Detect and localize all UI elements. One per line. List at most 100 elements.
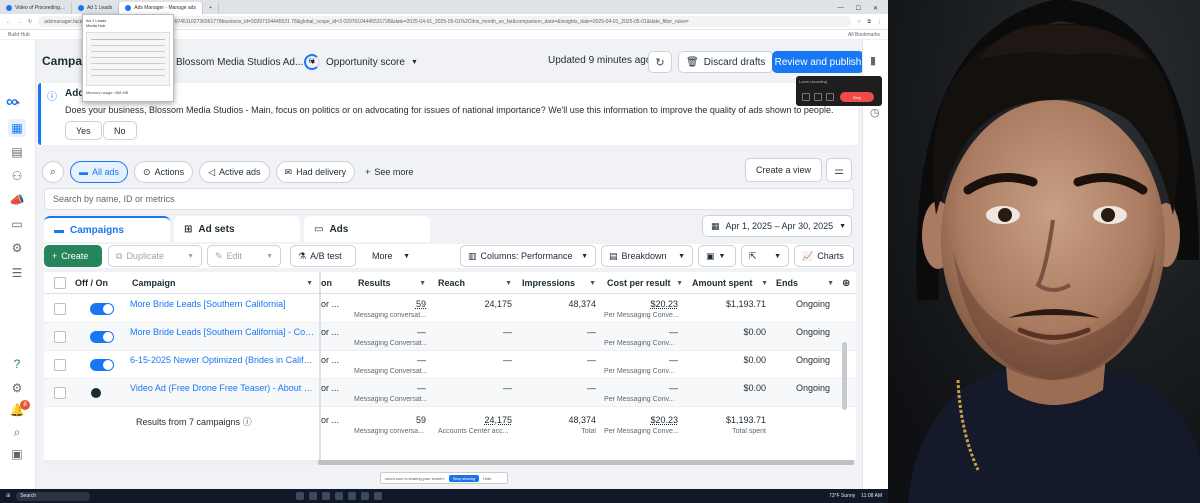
insights-chart-icon[interactable]: ▮ (870, 54, 876, 67)
campaign-name-link[interactable]: 6-15-2025 Newer Optimized (Brides in Cal… (130, 355, 316, 367)
browser-tab-active[interactable]: Ads Manager - Manage ads (119, 2, 203, 14)
campaign-name-link[interactable]: More Bride Leads [Southern California] (130, 299, 316, 311)
horizontal-scrollbar[interactable] (44, 460, 856, 465)
header-ends[interactable]: Ends ▼ (776, 272, 840, 294)
campaign-name-link[interactable]: Video Ad (Free Drone Free Teaser) - Abou… (130, 383, 316, 395)
browser-tab[interactable]: Video of Proceeding… (0, 2, 72, 14)
recorder-stop-button[interactable]: Stop (840, 92, 874, 102)
audience-icon[interactable]: ⚇ (8, 167, 26, 185)
taskbar-app-icon[interactable] (361, 492, 370, 500)
no-button[interactable]: No (103, 121, 137, 140)
reports-button[interactable]: ▣ ▼ (698, 245, 736, 267)
hide-button[interactable]: Hide (483, 476, 491, 481)
refresh-button[interactable]: ↻ (648, 51, 672, 73)
recorder-restart-icon[interactable] (814, 93, 822, 101)
table-row[interactable]: 6-15-2025 Newer Optimized (Brides in Cal… (44, 351, 856, 379)
dashboard-icon[interactable]: ◔ (8, 94, 26, 112)
extensions-icon[interactable]: ⧉ (867, 19, 871, 25)
help-icon[interactable]: ? (8, 355, 26, 373)
taskbar-search[interactable]: Search (16, 491, 91, 501)
see-more-button[interactable]: + See more (365, 167, 413, 177)
reload-icon[interactable]: ↻ (28, 19, 32, 25)
maximize-icon[interactable]: ☐ (856, 5, 861, 12)
header-impressions[interactable]: Impressions ▼ (522, 272, 602, 294)
all-bookmarks[interactable]: All Bookmarks (848, 32, 880, 38)
columns-button[interactable]: ▥ Columns: Performance ▼ (460, 245, 596, 267)
frozen-column-divider[interactable] (319, 272, 321, 462)
back-icon[interactable]: ← (6, 19, 11, 25)
forward-icon[interactable]: → (17, 19, 22, 25)
campaign-toggle[interactable] (90, 359, 114, 371)
header-results[interactable]: Results ▼ (358, 272, 432, 294)
row-checkbox[interactable] (54, 303, 66, 315)
header-reach[interactable]: Reach ▼ (438, 272, 518, 294)
taskbar-app-icon[interactable] (374, 492, 383, 500)
header-cost-per-result[interactable]: Cost per result ▼ (607, 272, 689, 294)
menu-icon[interactable]: ☰ (8, 264, 26, 282)
business-icon[interactable]: ⚙ (8, 239, 26, 257)
settings-gear-icon[interactable]: ⚙ (8, 379, 26, 397)
totals-reach[interactable]: 24,175 (438, 415, 512, 427)
header-campaign[interactable]: Campaign ▼ (132, 272, 319, 294)
search-button[interactable]: ⌕ (42, 161, 64, 183)
more-button[interactable]: More ▼ (364, 245, 418, 267)
create-view-button[interactable]: Create a view (745, 158, 823, 182)
search-icon[interactable]: ⌕ (8, 423, 26, 441)
row-checkbox[interactable] (54, 387, 66, 399)
bookmark-item[interactable]: Build Hub (8, 32, 30, 38)
search-input[interactable]: Search by name, ID or metrics (44, 188, 854, 210)
row-checkbox[interactable] (54, 331, 66, 343)
charts-button[interactable]: 📈 Charts (794, 245, 854, 267)
recorder-trash-icon[interactable] (802, 93, 810, 101)
taskbar-app-icon[interactable] (309, 492, 318, 500)
review-and-publish-button[interactable]: Review and publish (772, 51, 862, 73)
table-row[interactable]: More Bride Leads [Southern California] o… (44, 295, 856, 323)
clock[interactable]: 11:08 AM (861, 493, 882, 499)
edit-button[interactable]: ✎ Edit ▼ (207, 245, 281, 267)
taskbar-app-icon[interactable] (296, 492, 305, 500)
view-settings-button[interactable]: ⚌ (826, 158, 852, 182)
taskbar-app-icon[interactable] (335, 492, 344, 500)
pages-icon[interactable]: ▤ (8, 143, 26, 161)
tab-campaigns[interactable]: ▬ Campaigns (44, 216, 170, 242)
browser-tab[interactable]: Ad 1 Leads (72, 2, 120, 14)
campaign-name-link[interactable]: More Bride Leads [Southern California] -… (130, 327, 316, 339)
table-row[interactable]: More Bride Leads [Southern California] -… (44, 323, 856, 351)
discard-drafts-button[interactable]: 🗑 Discard drafts (678, 51, 774, 73)
vertical-scrollbar[interactable] (842, 342, 847, 410)
history-clock-icon[interactable]: ◷ (870, 106, 880, 119)
select-all-checkbox[interactable] (54, 272, 66, 294)
header-amount-spent[interactable]: Amount spent ▼ (692, 272, 774, 294)
tab-adsets[interactable]: ⊞ Ad sets (174, 216, 300, 242)
header-on[interactable]: on (321, 272, 347, 294)
filter-actions[interactable]: ⊙ Actions (134, 161, 194, 183)
create-button[interactable]: + Create (44, 245, 102, 267)
duplicate-button[interactable]: ⧉ Duplicate ▼ (108, 245, 202, 267)
weather-status[interactable]: 73°F Sunny (829, 493, 855, 499)
campaign-toggle-off[interactable] (90, 387, 114, 399)
breakdown-button[interactable]: ▤ Breakdown ▼ (601, 245, 693, 267)
megaphone-icon[interactable]: 📣 (8, 191, 26, 209)
campaign-toggle[interactable] (90, 331, 114, 343)
taskbar-app-icon[interactable] (348, 492, 357, 500)
date-range-picker[interactable]: ▦ Apr 1, 2025 – Apr 30, 2025 ▼ (702, 215, 852, 237)
yes-button[interactable]: Yes (65, 121, 102, 140)
add-column-icon[interactable]: ⊕ (842, 272, 854, 294)
row-checkbox[interactable] (54, 359, 66, 371)
recorder-pause-icon[interactable] (826, 93, 834, 101)
filter-active-ads[interactable]: ◁ Active ads (199, 161, 270, 183)
menu-icon[interactable]: ⋮ (877, 19, 882, 25)
new-tab-button[interactable]: + (203, 2, 219, 14)
taskbar-app-icon[interactable] (322, 492, 331, 500)
billing-card-icon[interactable]: ▭ (8, 215, 26, 233)
cell-results[interactable]: 59 (354, 299, 426, 311)
minimize-icon[interactable]: — (838, 5, 844, 11)
campaigns-table-icon[interactable]: ▦ (8, 119, 26, 137)
cell-cost-per-result[interactable]: $20.23 (604, 299, 678, 311)
scrollbar-thumb[interactable] (318, 460, 854, 465)
report-icon[interactable]: ▣ (8, 445, 26, 463)
filter-all-ads[interactable]: ▬ All ads (70, 161, 129, 183)
close-icon[interactable]: ✕ (873, 5, 878, 12)
filter-had-delivery[interactable]: ✉ Had delivery (275, 161, 356, 183)
export-button[interactable]: ⇱ ▼ (741, 245, 789, 267)
